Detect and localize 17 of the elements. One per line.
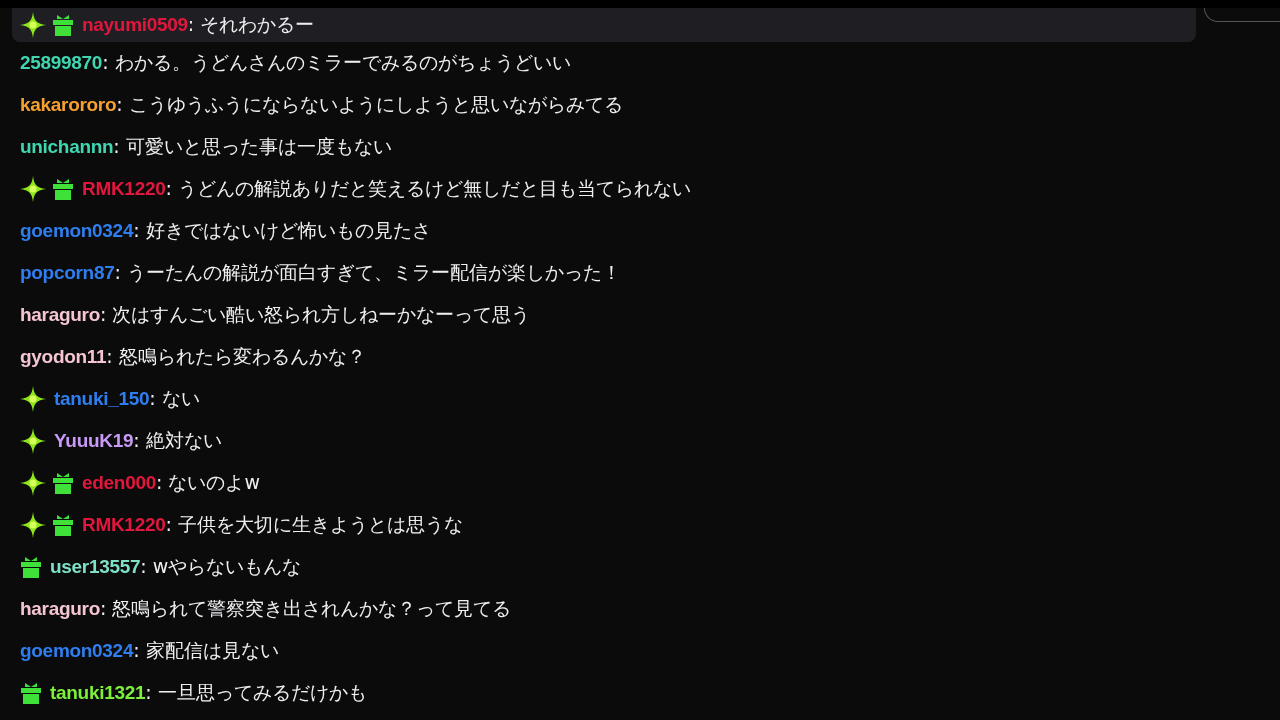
chat-message: tanuki_150: ない <box>54 387 200 411</box>
chat-message: haraguro: 次はすんごい酷い怒られ方しねーかなーって思う <box>20 303 531 327</box>
chat-message: RMK1220: 子供を大切に生きようとは思うな <box>82 513 463 537</box>
chat-message: goemon0324: 好きではないけど怖いもの見たさ <box>20 219 431 243</box>
chat-message: YuuuK19: 絶対ない <box>54 429 222 453</box>
chat-message: eden000: ないのよw <box>82 471 260 495</box>
chat-message: 25899870: わかる。うどんさんのミラーでみるのがちょうどいい <box>20 51 571 75</box>
chat-message: tanuki1321: 一旦思ってみるだけかも <box>50 681 367 705</box>
chat-message: kakarororo: こうゆうふうにならないようにしようと思いながらみてる <box>20 93 623 117</box>
chat-message: goemon0324: 家配信は見ない <box>20 639 279 663</box>
chat-message: RMK1220: うどんの解説ありだと笑えるけど無しだと目も当てられない <box>82 177 691 201</box>
chat-message: user13557: wやらないもんな <box>50 555 302 579</box>
chat-message: haraguro: 怒鳴られて警察突き出されんかな？って見てる <box>20 597 512 621</box>
chat-message: popcorn87: うーたんの解説が面白すぎて、ミラー配信が楽しかった！ <box>20 261 621 285</box>
chat-message: nayumi0509: それわかるー <box>82 13 315 37</box>
chat-message: gyodon11: 怒鳴られたら変わるんかな？ <box>20 345 366 369</box>
chat-message: unichannn: 可愛いと思った事は一度もない <box>20 135 392 159</box>
